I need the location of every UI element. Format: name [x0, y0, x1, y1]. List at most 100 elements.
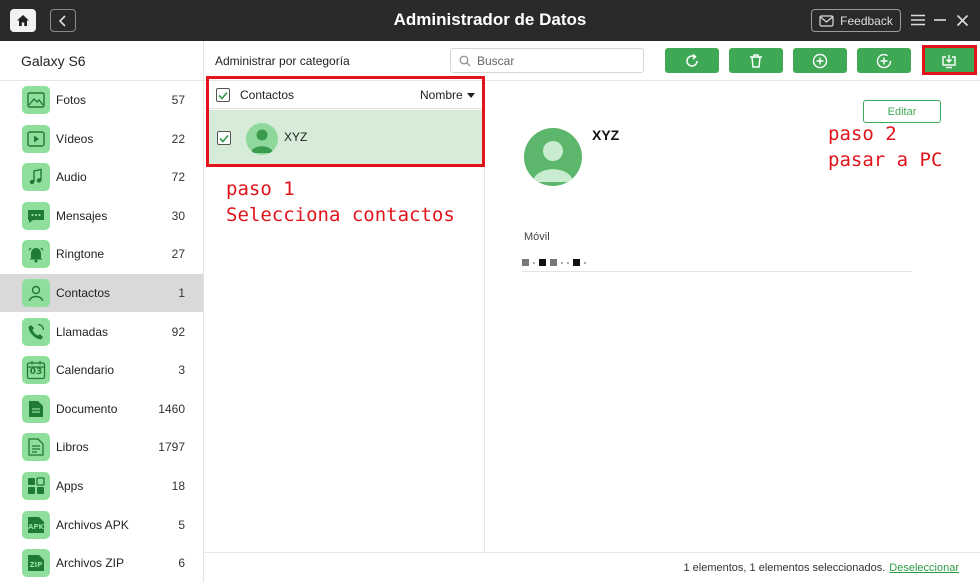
caret-down-icon — [466, 92, 475, 98]
category-title: Administrar por categoría — [215, 54, 350, 68]
redacted-phone-number — [522, 259, 586, 266]
zip-icon: ZIP — [22, 549, 50, 578]
icon-text: ZIP — [29, 561, 43, 570]
sidebar-item-audio[interactable]: Audio 72 — [0, 158, 203, 196]
sidebar-item-label: Documento — [56, 401, 118, 416]
search-box[interactable] — [450, 48, 644, 73]
sidebar: Galaxy S6 Fotos 57 Vídeos 22 Audio 72 Mensajes… — [0, 41, 204, 582]
list-header: Contactos Nombre — [204, 81, 484, 109]
delete-button[interactable] — [729, 48, 783, 73]
search-icon — [459, 55, 471, 66]
sidebar-item-count: 57 — [171, 93, 185, 107]
sidebar-item-count: 1 — [178, 286, 185, 300]
phone-divider — [522, 271, 912, 272]
phone-icon — [22, 317, 50, 346]
minimize-button[interactable] — [930, 10, 950, 30]
export-to-pc-button[interactable] — [922, 48, 976, 73]
sort-dropdown[interactable]: Nombre — [420, 88, 475, 102]
sidebar-item-ringtone[interactable]: Ringtone 27 — [0, 235, 203, 273]
phone-label: Móvil — [524, 231, 550, 243]
photo-icon — [22, 86, 50, 114]
sidebar-item-count: 72 — [171, 170, 185, 185]
apps-icon — [22, 472, 50, 500]
sidebar-item-count: 18 — [171, 479, 185, 493]
mail-icon — [819, 14, 834, 27]
sidebar-item-count: 1460 — [158, 401, 185, 416]
sidebar-item-label: Mensajes — [56, 208, 108, 223]
sidebar-item-llamadas[interactable]: Llamadas 92 — [0, 313, 203, 351]
sidebar-item-count: 3 — [178, 363, 185, 378]
icon-text: 03 — [29, 367, 43, 378]
status-bar: 1 elementos, 1 elementos seleccionados. … — [204, 552, 980, 582]
upload-button[interactable] — [857, 48, 911, 73]
sidebar-item-label: Vídeos — [56, 131, 94, 146]
title-bar: Administrador de Datos Feedback — [0, 0, 980, 41]
bell-icon — [22, 240, 50, 269]
sidebar-item-archivos-apk[interactable]: APK Archivos APK 5 — [0, 506, 203, 544]
close-button[interactable] — [952, 10, 972, 30]
chevron-left-icon — [58, 14, 66, 27]
device-name: Galaxy S6 — [0, 41, 203, 81]
step1-annotation: paso 1 Selecciona contactos — [226, 176, 455, 228]
sort-label: Nombre — [420, 88, 463, 102]
list-header-label: Contactos — [240, 88, 295, 102]
list-item[interactable]: XYZ — [209, 110, 484, 164]
home-button[interactable] — [10, 9, 36, 32]
home-icon — [17, 15, 29, 26]
sidebar-item-videos[interactable]: Vídeos 22 — [0, 120, 203, 158]
sidebar-item-count: 92 — [171, 324, 185, 339]
refresh-button[interactable] — [665, 48, 719, 73]
apk-icon: APK — [22, 510, 50, 539]
sidebar-item-calendario[interactable]: 03 Calendario 3 — [0, 351, 203, 389]
check-icon — [219, 134, 229, 143]
search-input[interactable] — [477, 53, 627, 68]
back-button[interactable] — [50, 9, 76, 32]
toolbar: Administrar por categoría — [204, 41, 980, 81]
edit-button[interactable]: Editar — [863, 100, 941, 123]
person-icon — [533, 141, 573, 182]
sidebar-item-contactos[interactable]: Contactos 1 — [0, 274, 203, 312]
export-to-pc-icon — [942, 54, 956, 68]
video-icon — [22, 124, 50, 153]
contact-checkbox[interactable] — [217, 131, 231, 145]
sidebar-item-label: Llamadas — [56, 324, 109, 339]
sidebar-item-count: 6 — [178, 556, 185, 571]
selection-status: 1 elementos, 1 elementos seleccionados. — [683, 562, 886, 574]
person-icon — [251, 129, 273, 153]
add-button[interactable] — [793, 48, 847, 73]
minimize-icon — [934, 19, 946, 21]
contact-list-panel: Contactos Nombre XYZ — [204, 81, 485, 552]
hamburger-icon — [911, 14, 925, 26]
sidebar-item-documento[interactable]: Documento 1460 — [0, 390, 203, 428]
sidebar-item-label: Contactos — [56, 286, 111, 300]
upload-icon — [876, 53, 892, 68]
refresh-icon — [686, 53, 698, 67]
sidebar-item-label: Ringtone — [56, 247, 105, 262]
add-icon — [812, 53, 828, 68]
sidebar-item-fotos[interactable]: Fotos 57 — [0, 81, 203, 119]
select-all-checkbox[interactable] — [216, 88, 230, 102]
feedback-label: Feedback — [840, 13, 893, 28]
sidebar-item-mensajes[interactable]: Mensajes 30 — [0, 197, 203, 235]
sidebar-item-libros[interactable]: Libros 1797 — [0, 428, 203, 466]
step2-line2: pasar a PC — [828, 149, 943, 171]
sidebar-item-archivos-zip[interactable]: ZIP Archivos ZIP 6 — [0, 544, 203, 582]
sidebar-item-label: Archivos ZIP — [56, 556, 125, 571]
step1-line1: paso 1 — [226, 178, 295, 200]
sidebar-item-label: Audio — [56, 170, 87, 185]
sidebar-item-count: 5 — [178, 517, 185, 532]
message-icon — [22, 201, 50, 230]
icon-text: APK — [28, 522, 44, 531]
sidebar-item-count: 22 — [171, 131, 185, 146]
deselect-link[interactable]: Deseleccionar — [889, 562, 959, 574]
sidebar-item-label: Calendario — [56, 363, 115, 378]
trash-icon — [750, 53, 762, 68]
sidebar-item-count: 1797 — [158, 440, 185, 455]
feedback-button[interactable]: Feedback — [811, 9, 901, 32]
music-icon — [22, 163, 50, 192]
step1-line2: Selecciona contactos — [226, 204, 455, 226]
status-text-container: 1 elementos, 1 elementos seleccionados. … — [684, 562, 960, 574]
sidebar-item-label: Fotos — [56, 93, 87, 107]
sidebar-item-apps[interactable]: Apps 18 — [0, 467, 203, 505]
menu-button[interactable] — [908, 10, 928, 30]
